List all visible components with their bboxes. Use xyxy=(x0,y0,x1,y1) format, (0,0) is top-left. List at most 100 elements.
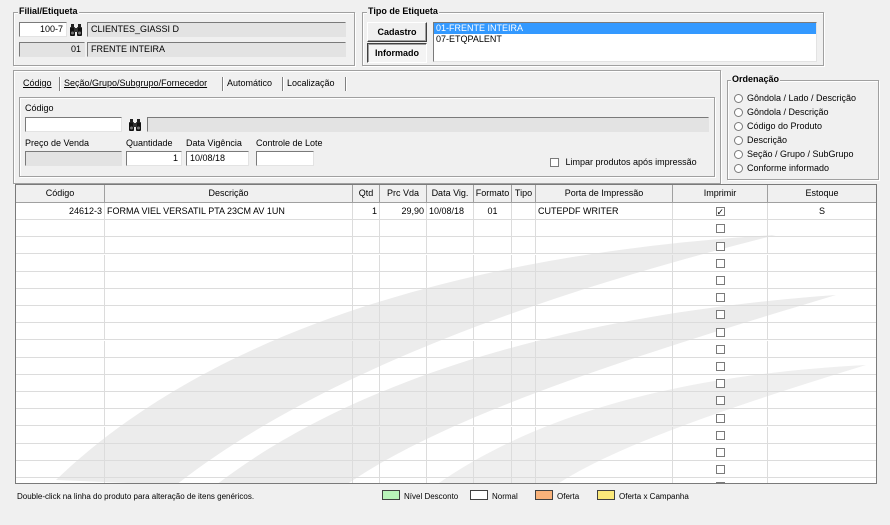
table-row[interactable] xyxy=(16,357,876,375)
cell-imprimir[interactable] xyxy=(673,203,768,220)
radio-icon[interactable] xyxy=(734,136,743,145)
col-header-data[interactable]: Data Vig. xyxy=(427,185,474,202)
tab-secao[interactable]: Seção/Grupo/Subgrupo/Fornecedor xyxy=(61,75,210,92)
imprimir-checkbox[interactable] xyxy=(715,361,725,371)
imprimir-checkbox[interactable] xyxy=(715,224,725,234)
imprimir-checkbox[interactable] xyxy=(715,482,725,483)
informado-button[interactable]: Informado xyxy=(367,43,427,63)
table-row[interactable] xyxy=(16,392,876,410)
imprimir-checkbox[interactable] xyxy=(715,396,725,406)
col-header-imprimir[interactable]: Imprimir xyxy=(673,185,768,202)
cell-descricao xyxy=(105,254,353,272)
codigo-input[interactable] xyxy=(25,117,122,132)
table-row[interactable] xyxy=(16,340,876,358)
vigencia-input[interactable]: 10/08/18 xyxy=(186,151,249,166)
cell-imprimir[interactable] xyxy=(673,478,768,483)
imprimir-checkbox[interactable] xyxy=(715,344,725,354)
products-grid[interactable]: Código Descrição Qtd Prc Vda Data Vig. F… xyxy=(15,184,877,484)
col-header-tipo[interactable]: Tipo xyxy=(512,185,536,202)
table-row[interactable] xyxy=(16,375,876,392)
table-row[interactable] xyxy=(16,220,876,238)
quantidade-input[interactable]: 1 xyxy=(126,151,182,166)
vigencia-label: Data Vigência xyxy=(186,138,242,148)
cell-imprimir[interactable] xyxy=(673,306,768,324)
cell-estoque xyxy=(768,478,876,483)
binoculars-icon[interactable] xyxy=(127,117,143,133)
cell-imprimir[interactable] xyxy=(673,237,768,255)
cell-imprimir[interactable] xyxy=(673,392,768,410)
cell-imprimir[interactable] xyxy=(673,340,768,358)
col-header-estoque[interactable]: Estoque xyxy=(768,185,876,202)
ordenacao-option-gondola-lado[interactable]: Gôndola / Lado / Descrição xyxy=(734,92,856,105)
binoculars-icon[interactable] xyxy=(68,22,84,38)
col-header-porta[interactable]: Porta de Impressão xyxy=(536,185,673,202)
cell-imprimir[interactable] xyxy=(673,409,768,427)
ordenacao-option-descricao[interactable]: Descrição xyxy=(734,134,787,147)
tab-automatico[interactable]: Automático xyxy=(224,75,275,92)
table-row[interactable] xyxy=(16,237,876,255)
tipo-listbox[interactable]: 01-FRENTE INTEIRA 07-ETQPALENT xyxy=(433,22,817,62)
cell-imprimir[interactable] xyxy=(673,426,768,444)
col-header-codigo[interactable]: Código xyxy=(16,185,105,202)
table-row[interactable] xyxy=(16,289,876,306)
cadastro-button[interactable]: Cadastro xyxy=(367,22,427,42)
imprimir-checkbox[interactable] xyxy=(715,310,725,320)
tab-localizacao[interactable]: Localização xyxy=(284,75,338,92)
table-row[interactable] xyxy=(16,271,876,289)
table-row[interactable] xyxy=(16,443,876,461)
cell-imprimir[interactable] xyxy=(673,443,768,461)
ordenacao-option-codigo[interactable]: Código do Produto xyxy=(734,120,822,133)
imprimir-checkbox[interactable] xyxy=(715,258,725,268)
cell-imprimir[interactable] xyxy=(673,254,768,272)
imprimir-checkbox[interactable] xyxy=(715,241,725,251)
imprimir-checkbox[interactable] xyxy=(715,413,725,423)
cell-estoque xyxy=(768,392,876,409)
cell-imprimir[interactable] xyxy=(673,289,768,306)
table-row[interactable] xyxy=(16,426,876,444)
imprimir-checkbox[interactable] xyxy=(715,275,725,285)
radio-icon[interactable] xyxy=(734,150,743,159)
table-row[interactable]: 24612-3 FORMA VIEL VERSATIL PTA 23CM AV 1… xyxy=(16,203,876,220)
ordenacao-option-conforme[interactable]: Conforme informado xyxy=(734,162,829,175)
tipo-option-01[interactable]: 01-FRENTE INTEIRA xyxy=(434,23,816,34)
imprimir-checkbox[interactable] xyxy=(715,465,725,475)
cell-imprimir[interactable] xyxy=(673,461,768,478)
cell-imprimir[interactable] xyxy=(673,220,768,238)
radio-icon[interactable] xyxy=(734,164,743,173)
ordenacao-option-secao[interactable]: Seção / Grupo / SubGrupo xyxy=(734,148,854,161)
imprimir-checkbox[interactable] xyxy=(715,447,725,457)
lote-input[interactable] xyxy=(256,151,314,166)
cell-imprimir[interactable] xyxy=(673,323,768,341)
cell-imprimir[interactable] xyxy=(673,271,768,289)
table-row[interactable] xyxy=(16,461,876,478)
imprimir-checkbox[interactable] xyxy=(715,205,725,220)
col-header-descricao[interactable]: Descrição xyxy=(105,185,353,202)
cell-imprimir[interactable] xyxy=(673,375,768,392)
table-row[interactable] xyxy=(16,306,876,324)
tab-codigo[interactable]: Código xyxy=(20,75,55,92)
radio-icon[interactable] xyxy=(734,122,743,131)
cell-imprimir[interactable] xyxy=(673,357,768,375)
imprimir-checkbox[interactable] xyxy=(715,430,725,440)
imprimir-checkbox[interactable] xyxy=(715,379,725,389)
table-row[interactable] xyxy=(16,323,876,341)
limpar-checkbox-row[interactable]: Limpar produtos após impressão xyxy=(550,157,697,168)
limpar-checkbox[interactable] xyxy=(550,158,559,168)
imprimir-checkbox[interactable] xyxy=(715,293,725,303)
ordenacao-option-gondola[interactable]: Gôndola / Descrição xyxy=(734,106,829,119)
cell-porta xyxy=(536,254,673,272)
col-header-prc[interactable]: Prc Vda xyxy=(380,185,427,202)
table-row[interactable] xyxy=(16,478,876,483)
radio-icon[interactable] xyxy=(734,94,743,103)
tipo-option-07[interactable]: 07-ETQPALENT xyxy=(434,34,816,45)
radio-icon[interactable] xyxy=(734,108,743,117)
cell-codigo xyxy=(16,357,105,375)
col-header-formato[interactable]: Formato xyxy=(474,185,512,202)
col-header-qtd[interactable]: Qtd xyxy=(353,185,380,202)
cell-qtd xyxy=(353,409,380,427)
table-row[interactable] xyxy=(16,254,876,272)
cell-estoque xyxy=(768,306,876,323)
table-row[interactable] xyxy=(16,409,876,427)
imprimir-checkbox[interactable] xyxy=(715,327,725,337)
filial-code-field[interactable]: 100-7 xyxy=(19,22,67,37)
